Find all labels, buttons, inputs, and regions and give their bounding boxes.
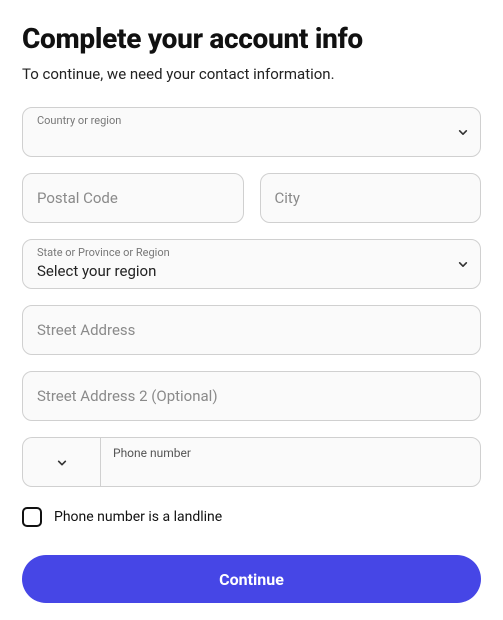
landline-checkbox-row: Phone number is a landline: [22, 507, 481, 527]
continue-button[interactable]: Continue: [22, 555, 481, 603]
street-address-2-placeholder: Street Address 2 (Optional): [37, 387, 218, 405]
region-select[interactable]: State or Province or Region Select your …: [22, 239, 481, 289]
page-title: Complete your account info: [22, 22, 481, 55]
page-subtitle: To continue, we need your contact inform…: [22, 65, 481, 83]
chevron-down-icon: [57, 453, 67, 472]
country-region-select[interactable]: Country or region: [22, 107, 481, 157]
city-placeholder: City: [275, 189, 300, 207]
landline-checkbox[interactable]: [22, 507, 42, 527]
street-address-2-field[interactable]: Street Address 2 (Optional): [22, 371, 481, 421]
postal-code-placeholder: Postal Code: [37, 189, 118, 207]
city-field[interactable]: City: [260, 173, 482, 223]
phone-country-select[interactable]: [22, 437, 100, 487]
postal-code-field[interactable]: Postal Code: [22, 173, 244, 223]
region-value: Select your region: [37, 262, 156, 280]
chevron-down-icon: [458, 123, 468, 142]
chevron-down-icon: [458, 255, 468, 274]
landline-checkbox-label: Phone number is a landline: [54, 509, 222, 525]
phone-number-field[interactable]: Phone number: [100, 437, 481, 487]
street-address-placeholder: Street Address: [37, 321, 135, 339]
country-region-label: Country or region: [37, 114, 121, 127]
region-label: State or Province or Region: [37, 246, 170, 259]
street-address-field[interactable]: Street Address: [22, 305, 481, 355]
phone-number-label: Phone number: [113, 446, 191, 460]
